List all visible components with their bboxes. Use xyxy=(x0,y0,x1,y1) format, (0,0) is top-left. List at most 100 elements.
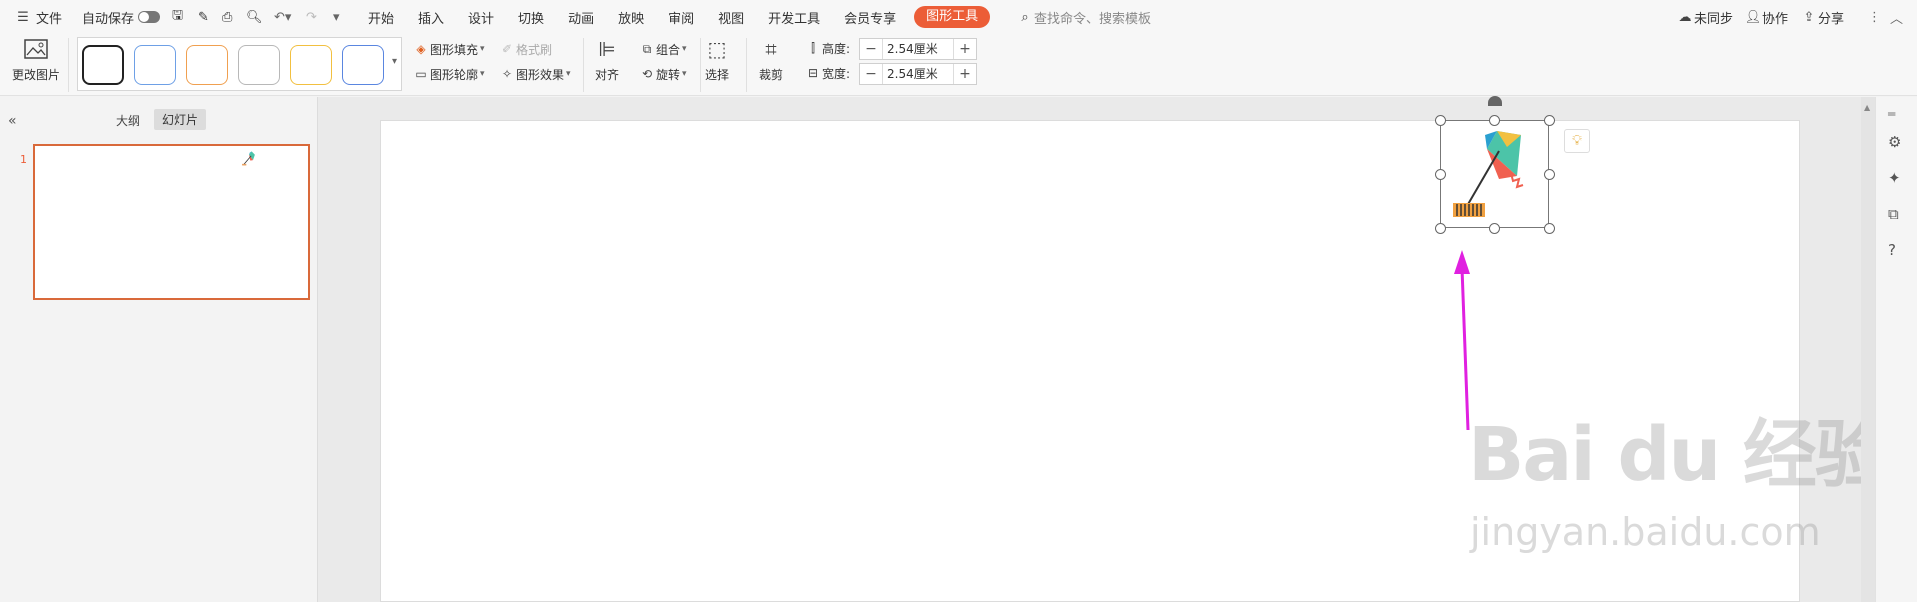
change-image-label: 更改图片 xyxy=(12,68,61,82)
autosave-toggle[interactable]: 自动保存 xyxy=(82,0,161,34)
autosave-label: 自动保存 xyxy=(82,11,135,27)
tab-transition[interactable]: 切换 xyxy=(506,0,556,34)
tab-design[interactable]: 设计 xyxy=(456,0,506,34)
command-search[interactable]: ⌕ 查找命令、搜索模板 xyxy=(1016,0,1151,34)
divider xyxy=(583,38,584,92)
toggle-switch[interactable] xyxy=(138,11,161,23)
resize-handle[interactable] xyxy=(1544,223,1555,234)
resize-handle[interactable] xyxy=(1489,115,1500,126)
style-swatch-6[interactable] xyxy=(342,45,384,85)
height-decrease-button[interactable]: − xyxy=(860,41,882,57)
style-swatch-4[interactable] xyxy=(238,45,280,85)
width-stepper[interactable]: − 2.54厘米 + xyxy=(859,63,977,85)
align-button[interactable]: ⊫ 对齐 xyxy=(594,36,620,83)
smart-suggest-lightbulb-icon[interactable]: 💡︎ xyxy=(1564,129,1590,153)
drag-handle-icon[interactable]: ═ xyxy=(1888,107,1895,121)
height-increase-button[interactable]: + xyxy=(954,41,976,57)
group-label: 组合 xyxy=(656,42,681,57)
select-pointer-icon: ⬚ xyxy=(707,37,727,61)
resize-handle[interactable] xyxy=(1435,223,1446,234)
rotate-button[interactable]: ⟲ 旋转 ▾ xyxy=(638,65,687,83)
tab-slideshow[interactable]: 放映 xyxy=(606,0,656,34)
crop-icon: ⌗ xyxy=(765,37,777,61)
pin-icon[interactable]: ✦ xyxy=(1888,169,1901,187)
file-menu[interactable]: ☰ 文件 xyxy=(14,0,62,34)
gallery-expand-icon[interactable]: ▾ xyxy=(392,56,397,67)
height-value-input[interactable]: 2.54厘米 xyxy=(882,39,954,59)
height-control: ⫿ 高度: xyxy=(804,39,850,57)
scroll-up-icon[interactable]: ▲ xyxy=(1864,103,1870,112)
share-label: 分享 xyxy=(1818,11,1845,27)
resize-handle[interactable] xyxy=(1435,169,1446,180)
menu-bar: ☰ 文件 自动保存 🖫 ✎ ⎙ 🔍︎ ↶▾ ↷ ▾ 开始 插入 设计 切换 动画… xyxy=(0,0,1917,34)
slide-transition-icon[interactable]: ⧉ xyxy=(1888,205,1899,223)
style-swatch-3[interactable] xyxy=(186,45,228,85)
print-icon[interactable]: ⎙ xyxy=(222,0,232,34)
shape-style-gallery xyxy=(77,37,402,91)
width-value-input[interactable]: 2.54厘米 xyxy=(882,64,954,84)
width-increase-button[interactable]: + xyxy=(954,66,976,82)
dropdown-arrow-icon: ▾ xyxy=(480,44,485,54)
settings-sliders-icon[interactable]: ⚙ xyxy=(1888,133,1901,151)
help-icon[interactable]: ? xyxy=(1888,241,1896,259)
search-placeholder: 查找命令、搜索模板 xyxy=(1034,11,1152,27)
print-preview-icon[interactable]: 🔍︎ xyxy=(246,0,263,34)
tab-slides[interactable]: 幻灯片 xyxy=(154,109,207,130)
shape-effect-label: 图形效果 xyxy=(516,67,565,82)
cloud-icon: ☁ xyxy=(1678,9,1692,25)
shape-fill-button[interactable]: ◈ 图形填充 ▾ xyxy=(412,40,485,58)
redo-icon[interactable]: ↷ xyxy=(306,0,317,34)
height-stepper[interactable]: − 2.54厘米 + xyxy=(859,38,977,60)
resize-handle[interactable] xyxy=(1435,115,1446,126)
style-swatch-5[interactable] xyxy=(290,45,332,85)
tab-outline[interactable]: 大纲 xyxy=(116,112,140,129)
more-dropdown-icon[interactable]: ▾ xyxy=(333,0,340,34)
right-toolbar: ═ ⚙ ✦ ⧉ ? xyxy=(1875,97,1917,602)
shape-outline-button[interactable]: ▭ 图形轮廓 ▾ xyxy=(412,65,485,83)
dropdown-arrow-icon: ▾ xyxy=(682,69,687,79)
crop-button[interactable]: ⌗ 裁剪 xyxy=(758,36,784,83)
selected-picture[interactable] xyxy=(1440,120,1549,228)
tab-shape-tools[interactable]: 图形工具 xyxy=(914,6,991,28)
style-swatch-1[interactable] xyxy=(82,45,124,85)
crop-label: 裁剪 xyxy=(758,68,783,82)
shape-outline-label: 图形轮廓 xyxy=(430,67,479,82)
tab-developer[interactable]: 开发工具 xyxy=(756,0,832,34)
tab-view[interactable]: 视图 xyxy=(706,0,756,34)
select-button[interactable]: ⬚ 选择 xyxy=(704,36,730,83)
format-painter-icon[interactable]: ✎ xyxy=(198,0,209,34)
slide-thumbnail[interactable] xyxy=(33,144,310,300)
vertical-scrollbar[interactable]: ▲ xyxy=(1861,97,1875,602)
rotate-handle[interactable] xyxy=(1488,96,1502,106)
tab-member[interactable]: 会员专享 xyxy=(832,0,908,34)
undo-icon[interactable]: ↶▾ xyxy=(274,0,291,34)
more-options-icon[interactable]: ⋮ xyxy=(1868,0,1881,34)
share-button[interactable]: ⇪ 分享 xyxy=(1800,0,1844,34)
group-button[interactable]: ⧉ 组合 ▾ xyxy=(638,40,687,58)
tab-animation[interactable]: 动画 xyxy=(556,0,606,34)
kite-thumbnail-icon xyxy=(242,151,255,166)
sync-status-button[interactable]: ☁ 未同步 xyxy=(1676,0,1734,34)
divider xyxy=(746,38,747,92)
shape-effect-button[interactable]: ✧ 图形效果 ▾ xyxy=(498,65,571,83)
collapse-ribbon-icon[interactable]: ︿ xyxy=(1890,0,1903,34)
tab-home[interactable]: 开始 xyxy=(356,0,406,34)
save-icon[interactable]: 🖫 xyxy=(172,0,183,34)
tab-insert[interactable]: 插入 xyxy=(406,0,456,34)
fill-bucket-icon: ◈ xyxy=(416,42,426,56)
tab-review[interactable]: 审阅 xyxy=(656,0,706,34)
change-image-button[interactable]: 更改图片 xyxy=(12,38,60,83)
collapse-panel-icon[interactable]: « xyxy=(8,113,17,129)
dropdown-arrow-icon: ▾ xyxy=(480,69,485,79)
resize-handle[interactable] xyxy=(1489,223,1500,234)
resize-handle[interactable] xyxy=(1544,169,1555,180)
ribbon: 更改图片 ▾ ◈ 图形填充 ▾ ✐ 格式刷 ▭ 图形轮廓 ▾ ✧ 图形效果 ▾ … xyxy=(0,34,1917,96)
outline-icon: ▭ xyxy=(415,67,427,81)
resize-handle[interactable] xyxy=(1544,115,1555,126)
style-swatch-2[interactable] xyxy=(134,45,176,85)
collaborate-button[interactable]: 👤︎ 协作 xyxy=(1744,0,1788,34)
share-icon: ⇪ xyxy=(1803,9,1815,25)
effect-icon: ✧ xyxy=(501,67,513,81)
format-brush-button[interactable]: ✐ 格式刷 xyxy=(498,40,552,58)
width-decrease-button[interactable]: − xyxy=(860,66,882,82)
